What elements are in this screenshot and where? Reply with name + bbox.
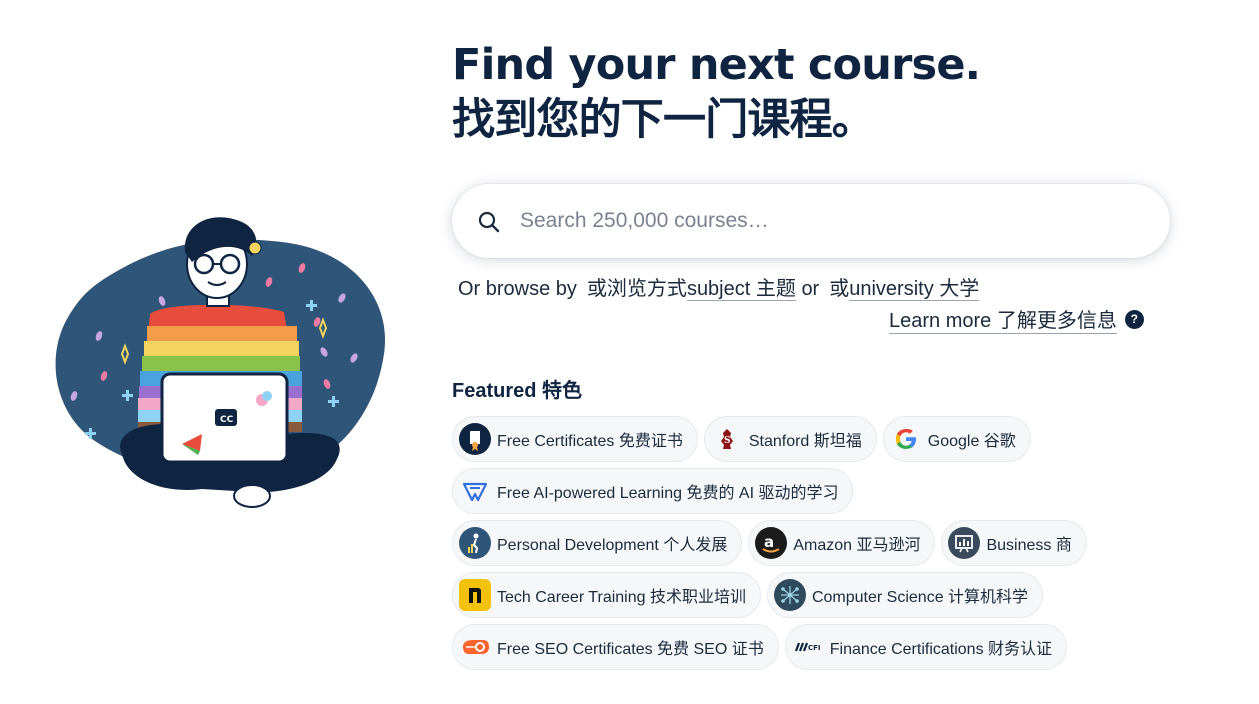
chip-label: Tech Career Training 技术职业培训 (497, 589, 746, 606)
certificate-icon (459, 423, 491, 455)
browse-university-link[interactable]: university 大学 (849, 278, 980, 301)
chip-row: Tech Career Training 技术职业培训 Computer Sci… (452, 572, 1087, 618)
chip-tech-career-training[interactable]: Tech Career Training 技术职业培训 (452, 572, 761, 618)
chip-label: Free AI-powered Learning 免费的 AI 驱动的学习 (497, 485, 839, 502)
chip-row: Free AI-powered Learning 免费的 AI 驱动的学习 (452, 468, 1087, 514)
chip-free-ai-learning[interactable]: Free AI-powered Learning 免费的 AI 驱动的学习 (452, 468, 854, 514)
chip-personal-development[interactable]: Personal Development 个人发展 (452, 520, 743, 566)
learn-more-link[interactable]: Learn more 了解更多信息 (889, 304, 1117, 334)
cfi-logo-icon: CFI (791, 631, 824, 663)
search-input[interactable] (520, 184, 1140, 258)
chip-computer-science[interactable]: Computer Science 计算机科学 (766, 572, 1044, 618)
chip-free-seo-certificates[interactable]: Free SEO Certificates 免费 SEO 证书 (452, 624, 779, 670)
svg-text:S: S (724, 436, 731, 446)
google-logo-icon (889, 423, 922, 455)
chip-label: Free SEO Certificates 免费 SEO 证书 (497, 641, 764, 658)
chip-label: Business 商 (986, 537, 1072, 554)
amazon-logo-icon: a (755, 527, 788, 559)
business-icon (948, 527, 981, 559)
browse-or: or (801, 278, 820, 300)
hero-illustration: CC (52, 204, 392, 524)
svg-text:a: a (764, 533, 774, 551)
chip-label: Computer Science 计算机科学 (811, 589, 1029, 606)
stanford-logo-icon: S (710, 423, 743, 455)
chip-label: Finance Certifications 财务认证 (829, 641, 1053, 658)
chip-row: Free SEO Certificates 免费 SEO 证书 CFI Fina… (452, 624, 1087, 670)
browse-or-zh: 或 (829, 278, 850, 300)
search-icon (477, 210, 501, 234)
page-title: Find your next course. 找到您的下一门课程。 (452, 38, 1182, 148)
ai-learning-icon (459, 475, 491, 507)
browse-prefix: Or browse by (458, 278, 577, 300)
browse-prefix-zh: 或浏览方式 (586, 278, 687, 300)
chip-label: Google 谷歌 (927, 433, 1016, 450)
help-icon[interactable]: ? (1124, 309, 1144, 329)
chip-row: Free Certificates 免费证书 S Stanford 斯坦福 Go… (452, 416, 1087, 462)
featured-chips: Free Certificates 免费证书 S Stanford 斯坦福 Go… (452, 416, 1087, 676)
learn-more: Learn more 了解更多信息 ? (889, 304, 1144, 334)
semrush-logo-icon (459, 631, 491, 663)
computer-science-icon (773, 579, 806, 611)
chip-label: Free Certificates 免费证书 (497, 433, 683, 450)
chip-free-certificates[interactable]: Free Certificates 免费证书 (452, 416, 698, 462)
page-title-en: Find your next course. (452, 40, 981, 90)
chip-finance-certifications[interactable]: CFI Finance Certifications 财务认证 (784, 624, 1068, 670)
chip-label: Stanford 斯坦福 (748, 433, 862, 450)
chip-row: Personal Development 个人发展 a Amazon 亚马逊河 … (452, 520, 1087, 566)
svg-text:CC: CC (220, 415, 234, 425)
main-content: Find your next course. 找到您的下一门课程。 Or bro… (452, 38, 1182, 670)
chip-label: Amazon 亚马逊河 (793, 537, 921, 554)
svg-text:CFI: CFI (808, 644, 821, 652)
featured-heading: Featured 特色 (452, 380, 583, 402)
student-with-laptop-illustration: CC (55, 217, 386, 508)
chip-business[interactable]: Business 商 (941, 520, 1087, 566)
browse-by-line: Or browse by 或浏览方式subject 主题 or 或universit… (458, 272, 980, 301)
personal-development-icon (459, 527, 491, 559)
chip-stanford[interactable]: S Stanford 斯坦福 (703, 416, 877, 462)
chip-amazon[interactable]: a Amazon 亚马逊河 (748, 520, 936, 566)
page-title-zh: 找到您的下一门课程。 (452, 95, 875, 145)
tech-career-icon (459, 579, 491, 611)
chip-google[interactable]: Google 谷歌 (882, 416, 1031, 462)
search-bar[interactable] (452, 184, 1170, 258)
browse-subject-link[interactable]: subject 主题 (686, 278, 796, 301)
chip-label: Personal Development 个人发展 (497, 537, 728, 554)
